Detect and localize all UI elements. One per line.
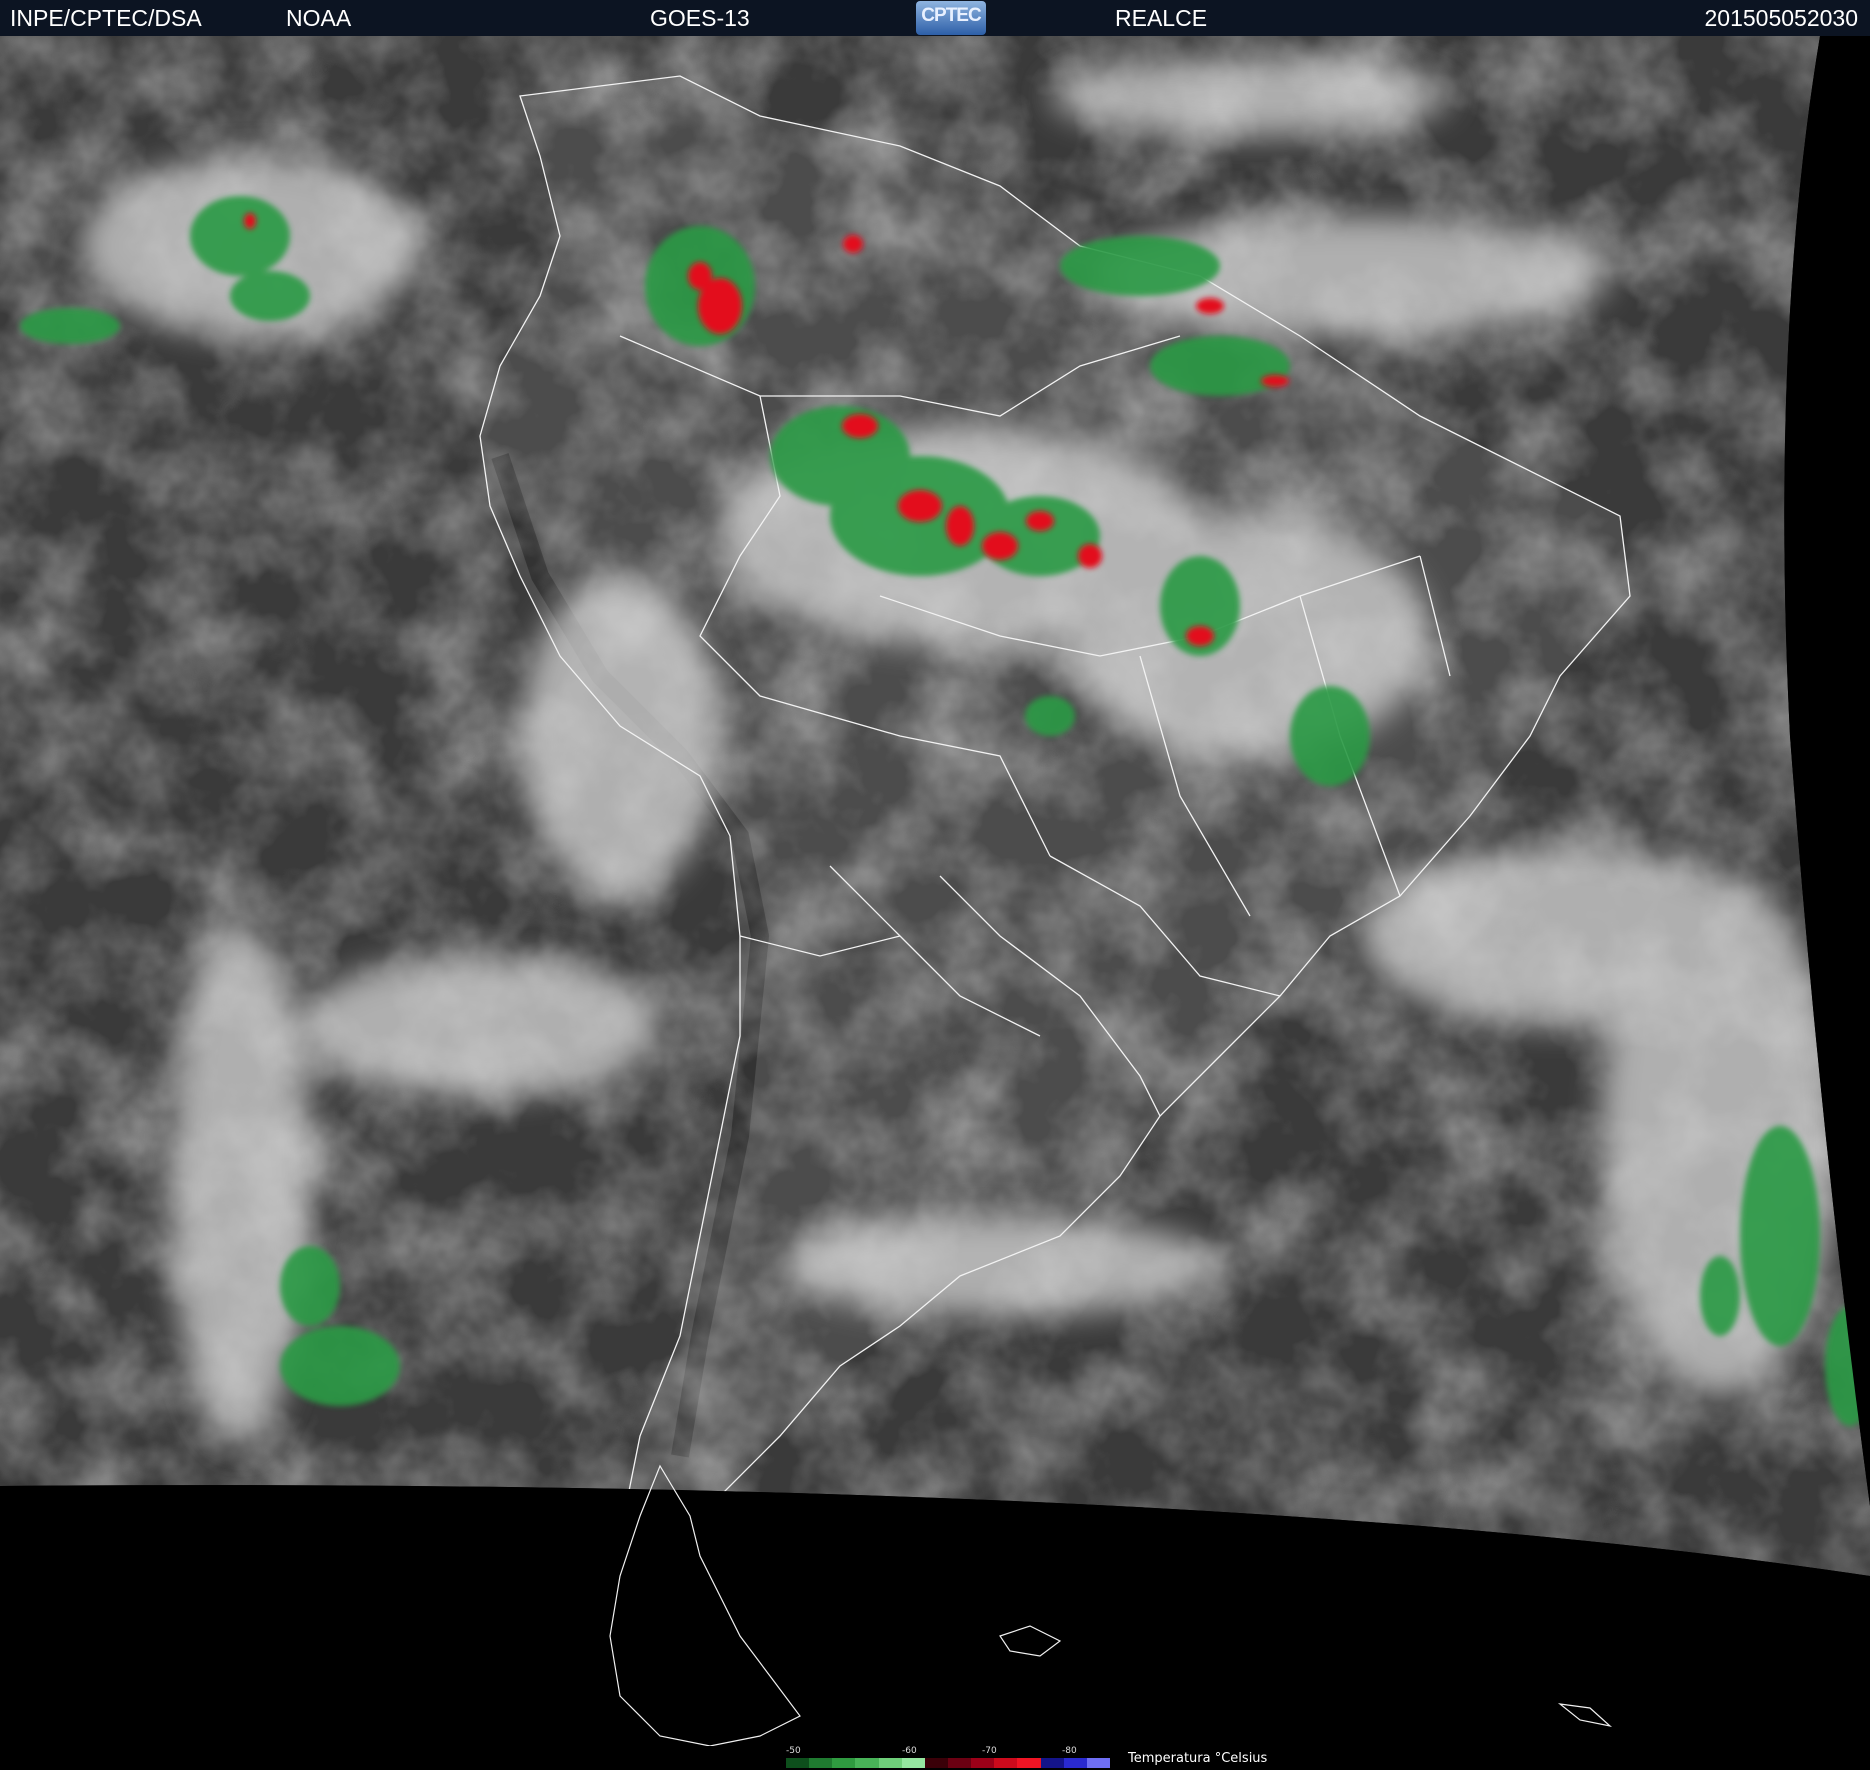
satellite-image-page: INPE/CPTEC/DSA NOAA GOES-13 CPTEC REALCE…	[0, 0, 1870, 1770]
legend-swatch	[855, 1758, 879, 1768]
temperature-legend: -50 -60 -70 -80 Temperatura °Celsius	[0, 1746, 1870, 1770]
satellite-map	[0, 36, 1870, 1746]
legend-tick: -80	[1062, 1746, 1077, 1756]
cptec-logo-text: CPTEC	[921, 5, 981, 26]
legend-swatch	[971, 1758, 995, 1768]
legend-tick: -60	[902, 1746, 917, 1756]
legend-tick: -50	[786, 1746, 801, 1756]
legend-swatch	[786, 1758, 810, 1768]
legend-swatch	[901, 1758, 925, 1768]
legend-swatch	[1017, 1758, 1041, 1768]
legend-swatch	[809, 1758, 833, 1768]
legend-swatch	[832, 1758, 856, 1768]
legend-swatch	[878, 1758, 902, 1768]
legend-swatch	[994, 1758, 1018, 1768]
legend-tick: -70	[982, 1746, 997, 1756]
legend-swatch	[1040, 1758, 1064, 1768]
satellite-label: GOES-13	[650, 5, 750, 31]
legend-swatch	[1086, 1758, 1110, 1768]
source-label: INPE/CPTEC/DSA	[10, 5, 202, 31]
timestamp-label: 201505052030	[1704, 5, 1859, 31]
image-header-bar: INPE/CPTEC/DSA NOAA GOES-13 CPTEC REALCE…	[0, 0, 1870, 36]
legend-swatch	[947, 1758, 972, 1768]
legend-swatch	[924, 1758, 948, 1768]
enhancement-label: REALCE	[1115, 5, 1208, 31]
agency-label: NOAA	[286, 5, 352, 31]
legend-color-bar	[786, 1758, 1110, 1768]
cptec-logo: CPTEC	[916, 1, 986, 35]
legend-swatch	[1063, 1758, 1087, 1768]
legend-title: Temperatura °Celsius	[1128, 1751, 1268, 1766]
